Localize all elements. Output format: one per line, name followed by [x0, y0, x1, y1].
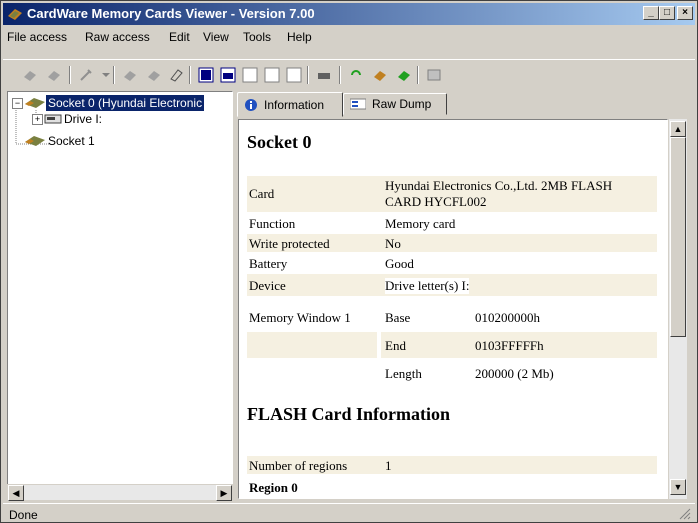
info-row-device: Device Drive letter(s) I: [247, 274, 657, 296]
app-icon [8, 9, 22, 20]
toolbar-separator [307, 66, 309, 84]
tree-node-socket-1[interactable]: Socket 1 [48, 134, 95, 148]
socket-card-icon [25, 98, 45, 108]
toolbar-separator [189, 66, 191, 84]
tree-node-drive-i[interactable]: Drive I: [64, 112, 102, 126]
length-value: 200000 (2 Mb) [475, 366, 554, 381]
flash-info-heading: FLASH Card Information [247, 404, 451, 424]
write-protected-value: No [385, 236, 401, 251]
status-bar: Done [3, 503, 695, 523]
scroll-thumb[interactable] [670, 137, 686, 337]
refresh-icon[interactable] [345, 64, 367, 86]
function-value: Memory card [385, 216, 456, 231]
info-row-battery: Battery Good [247, 254, 657, 272]
menu-edit[interactable]: Edit [169, 30, 190, 44]
device-tree: − Socket 0 (Hyundai Electronic + Drive I… [7, 91, 233, 491]
battery-value: Good [385, 256, 414, 271]
view-4-icon[interactable] [261, 64, 283, 86]
card-arrow-icon[interactable] [369, 64, 391, 86]
menu-tools[interactable]: Tools [243, 30, 271, 44]
tree-node-socket-0[interactable]: Socket 0 (Hyundai Electronic [46, 95, 205, 111]
tree-horizontal-scrollbar[interactable]: ◀ ▶ [7, 484, 233, 501]
end-value: 0103FFFFFh [475, 338, 544, 353]
write-card-icon[interactable] [43, 64, 65, 86]
read-card-icon[interactable] [19, 64, 41, 86]
socket-card-icon [25, 136, 45, 146]
battery-label: Battery [249, 256, 288, 271]
scroll-down-button[interactable]: ▼ [670, 479, 686, 495]
toolbar-separator [113, 66, 115, 84]
tab-raw-dump-label: Raw Dump [372, 97, 432, 111]
information-panel: Socket 0 Card Hyundai Electronics Co.,Lt… [238, 119, 668, 499]
close-button[interactable]: × [677, 6, 693, 20]
toolbar [3, 59, 695, 90]
tab-raw-dump[interactable]: Raw Dump [343, 93, 447, 115]
wizard-icon[interactable] [75, 64, 97, 86]
tree-expander-minus[interactable]: − [12, 98, 23, 109]
toolbar-separator [417, 66, 419, 84]
tree-expander-plus[interactable]: + [32, 114, 43, 125]
copy-card-icon[interactable] [119, 64, 141, 86]
maximize-button[interactable]: □ [659, 6, 675, 20]
write-protected-label: Write protected [249, 236, 330, 251]
menu-raw-access[interactable]: Raw access [85, 30, 150, 44]
memory-window-length-row: Length 200000 (2 Mb) [247, 360, 657, 386]
drive-icon [44, 114, 62, 124]
window-title: CardWare Memory Cards Viewer - Version 7… [27, 6, 315, 21]
length-label: Length [385, 366, 422, 381]
base-value: 010200000h [475, 310, 540, 325]
menu-bar: File access Raw access Edit View Tools H… [3, 27, 695, 47]
info-row-write-protected: Write protected No [247, 234, 657, 252]
view-3-icon[interactable] [239, 64, 261, 86]
scroll-up-button[interactable]: ▲ [670, 121, 686, 137]
minimize-button[interactable]: _ [643, 6, 659, 20]
tab-information-label: Information [264, 97, 325, 112]
status-text: Done [9, 508, 38, 522]
tab-strip: Information Raw Dump [237, 92, 697, 117]
scroll-right-button[interactable]: ▶ [216, 485, 232, 501]
erase-icon[interactable] [165, 64, 187, 86]
scroll-left-button[interactable]: ◀ [8, 485, 24, 501]
hex-dump-icon [350, 98, 366, 110]
socket-heading: Socket 0 [247, 132, 312, 152]
region-0-row: Region 0 [247, 478, 657, 496]
base-label: Base [385, 310, 411, 325]
card-label: Card [249, 186, 275, 201]
info-icon [245, 98, 257, 111]
card-value-line2: CARD HYCFL002 [385, 194, 487, 209]
hex-view-icon[interactable] [217, 64, 239, 86]
toolbar-separator [69, 66, 71, 84]
device-label: Device [249, 278, 286, 293]
menu-help[interactable]: Help [287, 30, 312, 44]
hardware-icon[interactable] [313, 64, 335, 86]
region-0-label: Region 0 [249, 480, 298, 495]
info-view-icon[interactable] [195, 64, 217, 86]
tab-information[interactable]: Information [237, 92, 343, 117]
title-bar: CardWare Memory Cards Viewer - Version 7… [3, 3, 695, 25]
toolbar-separator [339, 66, 341, 84]
view-5-icon[interactable] [283, 64, 305, 86]
paste-card-icon[interactable] [143, 64, 165, 86]
content-vertical-scrollbar[interactable]: ▲ ▼ [669, 119, 687, 499]
info-row-regions: Number of regions 1 [247, 456, 657, 474]
menu-view[interactable]: View [203, 30, 229, 44]
card-value: Hyundai Electronics Co.,Ltd. 2MB FLASH [385, 178, 613, 193]
card-green-icon[interactable] [393, 64, 415, 86]
properties-icon[interactable] [423, 64, 445, 86]
regions-value: 1 [385, 458, 392, 473]
end-label: End [385, 338, 406, 353]
resize-grip-icon[interactable] [679, 508, 691, 520]
app-window: CardWare Memory Cards Viewer - Version 7… [0, 0, 698, 523]
info-row-card: Card Hyundai Electronics Co.,Ltd. 2MB FL… [247, 176, 657, 212]
memory-window-base-row: Memory Window 1 Base 010200000h [247, 302, 657, 330]
shaded-cell [247, 332, 377, 358]
function-label: Function [249, 216, 296, 231]
menu-file-access[interactable]: File access [7, 30, 67, 44]
info-row-function: Function Memory card [247, 214, 657, 232]
regions-label: Number of regions [249, 458, 348, 473]
memory-window-end-row: End 0103FFFFFh [247, 332, 657, 358]
device-value: Drive letter(s) I: [385, 278, 470, 294]
memory-window-label: Memory Window 1 [249, 310, 351, 325]
